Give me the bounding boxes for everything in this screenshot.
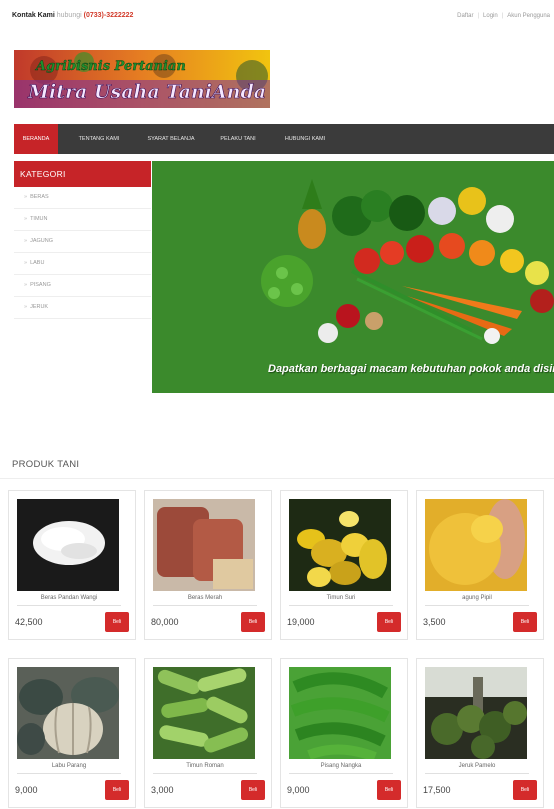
category-label: LABU — [30, 260, 45, 266]
product-card[interactable]: Labu Parang 9,000 Beli — [8, 658, 136, 808]
top-bar: Kontak Kami hubungi (0733)-3222222 Dafta… — [0, 0, 554, 36]
bullet-icon: » — [24, 216, 28, 222]
buy-button[interactable]: Beli — [105, 780, 129, 800]
main-nav: BERANDA TENTANG KAMI SYARAT BELANJA PELA… — [14, 124, 554, 154]
divider — [425, 605, 529, 606]
products-heading: PRODUK TANI — [12, 459, 80, 470]
divider — [425, 773, 529, 774]
product-name[interactable]: Beras Pandan Wangi — [9, 595, 129, 601]
product-name[interactable]: Timun Suri — [281, 595, 401, 601]
red-rice-image[interactable] — [153, 499, 255, 591]
account-links: Daftar | Login | Akun Pengguna — [453, 13, 554, 19]
product-name[interactable]: Pisang Nangka — [281, 763, 401, 769]
nav-item-pelaku-tani[interactable]: PELAKU TANI — [212, 124, 264, 154]
product-price: 19,000 — [287, 617, 315, 627]
category-item-beras[interactable]: » BERAS — [14, 187, 151, 209]
category-item-jeruk[interactable]: » JERUK — [14, 297, 151, 319]
banner-caption: Dapatkan berbagai macam kebutuhan pokok … — [268, 363, 554, 375]
register-link[interactable]: Daftar — [453, 13, 477, 19]
login-link[interactable]: Login — [479, 13, 502, 19]
category-list: » BERAS » TIMUN » JAGUNG » LABU » PISANG » JER… — [14, 187, 151, 319]
contact-muted: hubungi — [56, 12, 82, 19]
divider — [17, 605, 121, 606]
logo-line-2: Mitra Usaha TaniAnda — [27, 81, 266, 103]
product-name[interactable]: Beras Merah — [145, 595, 265, 601]
category-item-labu[interactable]: » LABU — [14, 253, 151, 275]
cucumber-image[interactable] — [153, 667, 255, 759]
bullet-icon: » — [24, 282, 28, 288]
promo-banner: Dapatkan berbagai macam kebutuhan pokok … — [152, 161, 554, 393]
vegetables-image — [261, 179, 554, 344]
buy-button[interactable]: Beli — [513, 780, 537, 800]
user-account-link[interactable]: Akun Pengguna — [503, 13, 554, 19]
product-card[interactable]: Beras Pandan Wangi 42,500 Beli — [8, 490, 136, 640]
divider — [153, 605, 257, 606]
category-label: PISANG — [30, 282, 51, 288]
bullet-icon: » — [24, 304, 28, 310]
product-card[interactable]: Beras Merah 80,000 Beli — [144, 490, 272, 640]
category-label: TIMUN — [30, 216, 48, 222]
divider — [289, 773, 393, 774]
category-label: JERUK — [30, 304, 49, 310]
product-name[interactable]: Timun Roman — [145, 763, 265, 769]
contact-phone: (0733)-3222222 — [83, 12, 134, 19]
nav-item-syarat-belanja[interactable]: SYARAT BELANJA — [138, 124, 204, 154]
category-heading: KATEGORI — [14, 161, 151, 187]
site-logo[interactable]: Agribisnis Pertanian Mitra Usaha TaniAnd… — [14, 50, 270, 108]
divider — [289, 605, 393, 606]
nav-item-tentang-kami[interactable]: TENTANG KAMI — [70, 124, 128, 154]
buy-button[interactable]: Beli — [377, 780, 401, 800]
bullet-icon: » — [24, 260, 28, 266]
nav-item-hubungi-kami[interactable]: HUBUNGI KAMI — [276, 124, 334, 154]
product-card[interactable]: Pisang Nangka 9,000 Beli — [280, 658, 408, 808]
buy-button[interactable]: Beli — [105, 612, 129, 632]
product-name[interactable]: Jeruk Pamelo — [417, 763, 537, 769]
pomelo-image[interactable] — [425, 667, 527, 759]
product-price: 3,000 — [151, 785, 174, 795]
product-price: 9,000 — [15, 785, 38, 795]
product-name[interactable]: agung Pipil — [417, 595, 537, 601]
logo-line-1: Agribisnis Pertanian — [34, 59, 186, 74]
category-item-timun[interactable]: » TIMUN — [14, 209, 151, 231]
buy-button[interactable]: Beli — [241, 780, 265, 800]
product-price: 17,500 — [423, 785, 451, 795]
product-card[interactable]: Timun Suri 19,000 Beli — [280, 490, 408, 640]
bullet-icon: » — [24, 194, 28, 200]
divider — [0, 478, 554, 479]
buy-button[interactable]: Beli — [377, 612, 401, 632]
product-card[interactable]: Jeruk Pamelo 17,500 Beli — [416, 658, 544, 808]
product-price: 9,000 — [287, 785, 310, 795]
product-price: 80,000 — [151, 617, 179, 627]
category-sidebar: KATEGORI » BERAS » TIMUN » JAGUNG » LABU » PI… — [14, 161, 151, 321]
corn-kernels-image[interactable] — [425, 499, 527, 591]
product-name[interactable]: Labu Parang — [9, 763, 129, 769]
product-price: 42,500 — [15, 617, 43, 627]
rice-image[interactable] — [17, 499, 119, 591]
banana-image[interactable] — [289, 667, 391, 759]
buy-button[interactable]: Beli — [241, 612, 265, 632]
pumpkin-image[interactable] — [17, 667, 119, 759]
product-card[interactable]: Timun Roman 3,000 Beli — [144, 658, 272, 808]
product-card[interactable]: agung Pipil 3,500 Beli — [416, 490, 544, 640]
nav-item-beranda[interactable]: BERANDA — [14, 124, 58, 154]
category-label: JAGUNG — [30, 238, 53, 244]
divider — [153, 773, 257, 774]
bullet-icon: » — [24, 238, 28, 244]
product-price: 3,500 — [423, 617, 446, 627]
divider — [17, 773, 121, 774]
contact-label: Kontak Kami — [12, 12, 55, 19]
category-label: BERAS — [30, 194, 49, 200]
timun-suri-image[interactable] — [289, 499, 391, 591]
buy-button[interactable]: Beli — [513, 612, 537, 632]
category-item-pisang[interactable]: » PISANG — [14, 275, 151, 297]
contact-info: Kontak Kami hubungi (0733)-3222222 — [12, 12, 133, 19]
category-item-jagung[interactable]: » JAGUNG — [14, 231, 151, 253]
